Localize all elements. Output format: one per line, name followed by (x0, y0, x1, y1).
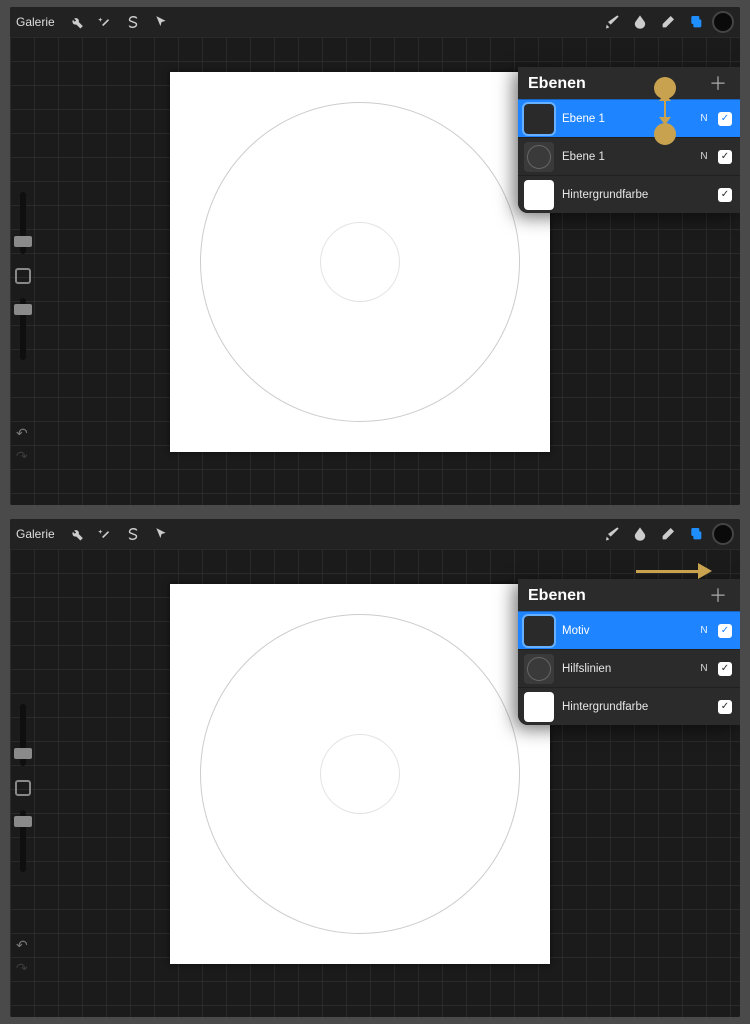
layer-name: Hintergrundfarbe (562, 189, 690, 201)
undo-icon[interactable]: ↶ (16, 937, 28, 954)
screenshot-top: Galerie ↶ ↷ Ebenen ＋ (10, 7, 740, 505)
layer-thumbnail (524, 180, 554, 210)
layer-name: Motiv (562, 625, 690, 637)
layers-panel: Ebenen ＋ Ebene 1 N ✓ Ebene 1 N ✓ Hinterg… (518, 67, 740, 213)
wrench-icon[interactable] (65, 522, 89, 546)
cursor-icon[interactable] (149, 10, 173, 34)
layer-row[interactable]: Hilfslinien N ✓ (518, 649, 740, 687)
layer-thumbnail (524, 142, 554, 172)
gallery-button[interactable]: Galerie (16, 527, 55, 541)
blend-mode-badge[interactable]: N (698, 113, 710, 124)
blend-mode-badge[interactable]: N (698, 151, 710, 162)
layer-thumbnail (524, 616, 554, 646)
visibility-checkbox[interactable]: ✓ (718, 112, 732, 126)
modify-button[interactable] (15, 780, 31, 796)
layer-thumbnail (524, 692, 554, 722)
layer-row[interactable]: Hintergrundfarbe ✓ (518, 175, 740, 213)
brush-icon[interactable] (600, 522, 624, 546)
layers-title: Ebenen (528, 75, 586, 93)
layer-thumbnail (524, 654, 554, 684)
modify-button[interactable] (15, 268, 31, 284)
add-layer-button[interactable]: ＋ (708, 587, 728, 605)
layer-name: Hintergrundfarbe (562, 701, 690, 713)
layer-name: Ebene 1 (562, 151, 690, 163)
left-sidebar (10, 704, 36, 872)
guide-inner-circle (320, 734, 400, 814)
layers-panel: Ebenen ＋ Motiv N ✓ Hilfslinien N ✓ Hinte… (518, 579, 740, 725)
cursor-icon[interactable] (149, 522, 173, 546)
color-swatch[interactable] (712, 11, 734, 33)
left-sidebar (10, 192, 36, 360)
screenshot-bottom: Galerie ↶ ↷ Ebenen ＋ (10, 519, 740, 1017)
guide-inner-circle (320, 222, 400, 302)
canvas[interactable] (170, 584, 550, 964)
layer-name: Ebene 1 (562, 113, 690, 125)
brush-size-slider[interactable] (20, 704, 26, 766)
canvas-frame: ↶ ↷ Ebenen ＋ Ebene 1 N ✓ Ebene 1 N ✓ (10, 37, 740, 505)
visibility-checkbox[interactable]: ✓ (718, 624, 732, 638)
layer-row[interactable]: Motiv N ✓ (518, 611, 740, 649)
layer-row[interactable]: Hintergrundfarbe ✓ (518, 687, 740, 725)
canvas-frame: ↶ ↷ Ebenen ＋ Motiv N ✓ Hilfslinien N ✓ (10, 549, 740, 1017)
redo-icon[interactable]: ↷ (16, 960, 28, 977)
eraser-icon[interactable] (656, 522, 680, 546)
layer-thumbnail (524, 104, 554, 134)
visibility-checkbox[interactable]: ✓ (718, 662, 732, 676)
top-toolbar: Galerie (10, 7, 740, 37)
canvas[interactable] (170, 72, 550, 452)
blend-mode-badge[interactable]: N (698, 663, 710, 674)
layers-icon[interactable] (684, 522, 708, 546)
smudge-icon[interactable] (628, 522, 652, 546)
layer-row[interactable]: Ebene 1 N ✓ (518, 137, 740, 175)
redo-icon[interactable]: ↷ (16, 448, 28, 465)
eraser-icon[interactable] (656, 10, 680, 34)
color-swatch[interactable] (712, 523, 734, 545)
top-toolbar: Galerie (10, 519, 740, 549)
brush-size-slider[interactable] (20, 192, 26, 254)
brush-icon[interactable] (600, 10, 624, 34)
visibility-checkbox[interactable]: ✓ (718, 188, 732, 202)
layers-title: Ebenen (528, 587, 586, 605)
arrow-annotation (636, 563, 712, 579)
undo-icon[interactable]: ↶ (16, 425, 28, 442)
wand-icon[interactable] (93, 10, 117, 34)
layer-name: Hilfslinien (562, 663, 690, 675)
s-icon[interactable] (121, 10, 145, 34)
blend-mode-badge[interactable]: N (698, 625, 710, 636)
opacity-slider[interactable] (20, 810, 26, 872)
wrench-icon[interactable] (65, 10, 89, 34)
smudge-icon[interactable] (628, 10, 652, 34)
gallery-button[interactable]: Galerie (16, 15, 55, 29)
add-layer-button[interactable]: ＋ (708, 75, 728, 93)
visibility-checkbox[interactable]: ✓ (718, 150, 732, 164)
wand-icon[interactable] (93, 522, 117, 546)
layer-row[interactable]: Ebene 1 N ✓ (518, 99, 740, 137)
layers-icon[interactable] (684, 10, 708, 34)
opacity-slider[interactable] (20, 298, 26, 360)
visibility-checkbox[interactable]: ✓ (718, 700, 732, 714)
s-icon[interactable] (121, 522, 145, 546)
